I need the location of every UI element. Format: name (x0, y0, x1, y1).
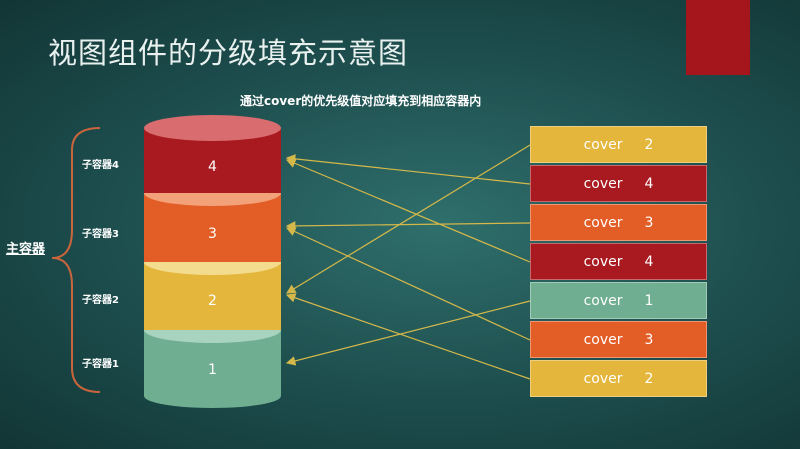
cover-name: cover (583, 136, 623, 153)
cover-priority: 4 (644, 175, 654, 192)
cover-name: cover (583, 175, 623, 192)
cylinder-2: 2 (144, 249, 281, 330)
sub-container-label-3: 子容器3 (82, 229, 119, 240)
cover-priority: 3 (644, 331, 654, 348)
cover-priority: 2 (644, 136, 654, 153)
cover-name: cover (583, 253, 623, 270)
cover-priority: 2 (644, 370, 654, 387)
arrow-cover4a-to-c4 (285, 154, 531, 185)
cover-box-7: cover 2 (530, 360, 707, 397)
cylinder-1-number: 1 (208, 362, 217, 378)
main-container-label: 主容器 (6, 242, 46, 257)
cover-name: cover (583, 214, 623, 231)
arrow-cover4b-to-c4 (285, 158, 531, 263)
cover-box-3: cover 3 (530, 204, 707, 241)
arrow-cover2a-to-c2 (285, 144, 531, 294)
arrow-cover3a-to-c3 (285, 221, 531, 231)
cylinder-4: 4 (144, 115, 281, 193)
cover-priority: 3 (644, 214, 654, 231)
cover-box-2: cover 4 (530, 165, 707, 202)
cylinder-4-top (144, 115, 281, 141)
connector-arrows (285, 144, 531, 380)
cover-priority: 4 (644, 253, 654, 270)
cover-name: cover (583, 370, 623, 387)
cover-box-1: cover 2 (530, 126, 707, 163)
cover-name: cover (583, 292, 623, 309)
cylinder-2-number: 2 (208, 293, 217, 309)
cover-box-4: cover 4 (530, 243, 707, 280)
sub-container-label-2: 子容器2 (82, 295, 119, 306)
cover-name: cover (583, 331, 623, 348)
cover-box-5: cover 1 (530, 282, 707, 319)
arrow-cover3b-to-c3 (285, 227, 531, 341)
arrow-cover1-to-c1 (285, 300, 531, 366)
cylinder-4-number: 4 (208, 159, 217, 175)
cover-priority: 1 (644, 292, 654, 309)
sub-container-label-1: 子容器1 (82, 359, 119, 370)
sub-container-label-4: 子容器4 (82, 160, 119, 171)
arrow-cover2b-to-c2 (285, 293, 531, 380)
cover-box-6: cover 3 (530, 321, 707, 358)
cylinder-3-number: 3 (208, 226, 217, 242)
